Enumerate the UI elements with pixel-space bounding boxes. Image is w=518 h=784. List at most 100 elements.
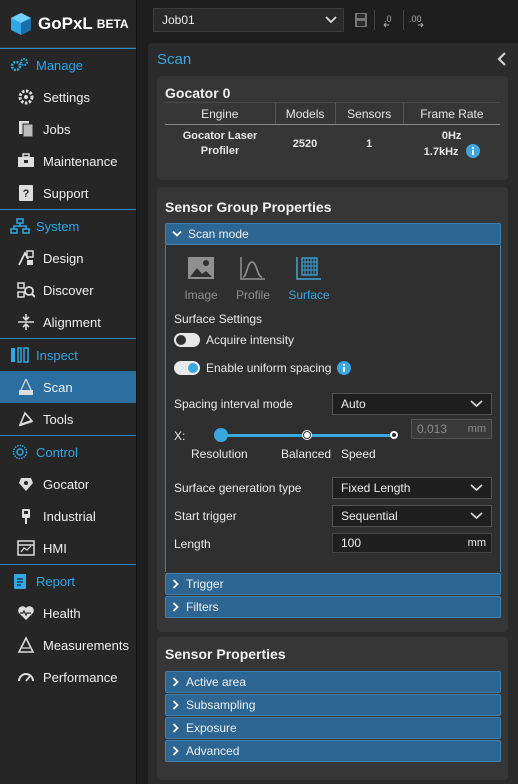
scan-icon: [19, 378, 33, 395]
accordion-label: Scan mode: [188, 227, 249, 241]
frame-rate-cell: 0Hz 1.7kHz: [403, 125, 500, 163]
job-select[interactable]: Job01: [153, 8, 344, 32]
accordion-label: Filters: [186, 600, 219, 614]
sidebar-item-performance[interactable]: Performance: [0, 661, 136, 693]
engine-table: Engine Models Sensors Frame Rate Gocator…: [165, 102, 500, 163]
sidebar-item-alignment[interactable]: Alignment: [0, 306, 136, 338]
length-input[interactable]: 100 mm: [332, 533, 492, 553]
section-system[interactable]: System: [0, 209, 136, 242]
start-trigger-select[interactable]: Sequential: [332, 505, 492, 527]
section-control[interactable]: Control: [0, 435, 136, 468]
frame-rate-max: 1.7kHz: [403, 143, 500, 160]
sidebar-item-label: Alignment: [43, 314, 101, 330]
table-row: Gocator Laser Profiler 2520 1 0Hz 1.7kHz: [165, 125, 500, 163]
frame-rate-value: 0Hz: [441, 129, 462, 142]
acquire-intensity-label: Acquire intensity: [206, 333, 295, 347]
toolbox-icon: [18, 153, 34, 167]
sensor-group-card: Sensor Group Properties Scan mode Image …: [157, 187, 508, 632]
exposure-accordion[interactable]: Exposure: [165, 717, 501, 739]
chevron-down-icon: [325, 16, 337, 24]
sidebar-item-settings[interactable]: Settings: [0, 81, 136, 113]
models-cell: 2520: [292, 137, 318, 150]
plug-icon: [22, 509, 30, 524]
info-icon[interactable]: [465, 143, 480, 158]
mode-image[interactable]: Image: [176, 255, 226, 302]
section-manage[interactable]: Manage: [0, 48, 136, 81]
sidebar-item-label: Jobs: [43, 121, 71, 137]
decimal-decrease-icon[interactable]: .0: [383, 12, 399, 28]
top-bar: Job01 .0 .00: [138, 0, 518, 40]
info-icon[interactable]: [337, 361, 351, 375]
sidebar-item-label: Health: [43, 605, 81, 621]
collapse-panel-icon[interactable]: [496, 51, 508, 67]
length-value: 100: [341, 536, 362, 550]
chevron-right-icon: [172, 579, 179, 589]
image-icon: [188, 257, 214, 279]
surface-gen-label: Surface generation type: [174, 481, 302, 495]
slider-stop-speed[interactable]: [390, 431, 398, 439]
logo-text: GoPxL: [38, 13, 93, 33]
svg-text:?: ?: [23, 188, 30, 200]
sidebar-item-label: HMI: [43, 540, 67, 556]
mode-profile[interactable]: Profile: [228, 255, 278, 302]
sidebar-item-tools[interactable]: Tools: [0, 403, 136, 435]
slider-stop-balanced[interactable]: [303, 431, 311, 439]
section-title: Report: [36, 573, 76, 589]
sensor-properties-title: Sensor Properties: [165, 646, 286, 662]
length-unit: mm: [467, 537, 486, 549]
acquire-intensity-toggle[interactable]: [174, 333, 200, 347]
window-icon: [17, 540, 35, 556]
chevron-right-icon: [172, 746, 179, 756]
section-inspect[interactable]: Inspect: [0, 338, 136, 371]
logo-badge: BETA: [96, 16, 129, 31]
mode-label: Surface: [288, 288, 330, 302]
surface-gen-select[interactable]: Fixed Length: [332, 477, 492, 499]
sidebar-item-industrial[interactable]: Industrial: [0, 500, 136, 532]
gears-icon: [10, 58, 28, 72]
filters-accordion[interactable]: Filters: [165, 596, 501, 618]
advanced-accordion[interactable]: Advanced: [165, 740, 501, 762]
select-value: Auto: [341, 397, 366, 411]
active-area-accordion[interactable]: Active area: [165, 671, 501, 693]
slider-label-speed: Speed: [341, 447, 376, 461]
length-label: Length: [174, 537, 211, 551]
sidebar: GoPxL BETA Manage Settings Jobs Maintena…: [0, 0, 137, 784]
logo: GoPxL BETA: [0, 0, 136, 48]
spacing-mode-select[interactable]: Auto: [332, 393, 492, 415]
toolbar-divider: [374, 10, 375, 30]
spacing-slider-thumb[interactable]: [214, 428, 228, 442]
accordion-label: Subsampling: [186, 698, 256, 712]
section-report[interactable]: Report: [0, 564, 136, 597]
accordion-label: Exposure: [186, 721, 237, 735]
trigger-accordion[interactable]: Trigger: [165, 573, 501, 595]
network-icon: [10, 218, 30, 234]
sidebar-item-maintenance[interactable]: Maintenance: [0, 145, 136, 177]
sidebar-item-jobs[interactable]: Jobs: [0, 113, 136, 145]
section-title: Manage: [36, 57, 83, 73]
scan-mode-accordion[interactable]: Scan mode: [165, 223, 501, 245]
toggle-knob: [188, 363, 198, 373]
sidebar-item-design[interactable]: Design: [0, 242, 136, 274]
mode-surface[interactable]: Surface: [284, 255, 334, 302]
chevron-down-icon: [470, 512, 483, 520]
sidebar-item-label: Discover: [43, 282, 94, 298]
sidebar-item-support[interactable]: ? Support: [0, 177, 136, 209]
sidebar-item-discover[interactable]: Discover: [0, 274, 136, 306]
app-root: GoPxL BETA Manage Settings Jobs Maintena…: [0, 0, 518, 784]
sidebar-item-gocator[interactable]: Gocator: [0, 468, 136, 500]
sidebar-item-label: Settings: [43, 89, 90, 105]
report-clipboard-icon: [14, 574, 26, 589]
subsampling-accordion[interactable]: Subsampling: [165, 694, 501, 716]
save-icon[interactable]: [354, 12, 368, 28]
sidebar-item-scan[interactable]: Scan: [0, 371, 136, 403]
sidebar-item-label: Tools: [43, 411, 74, 427]
section-title: Inspect: [36, 347, 78, 363]
svg-text:.00: .00: [409, 14, 422, 24]
uniform-spacing-toggle[interactable]: [174, 361, 200, 375]
sidebar-item-hmi[interactable]: HMI: [0, 532, 136, 564]
sidebar-item-measurements[interactable]: Measurements: [0, 629, 136, 661]
decimal-increase-icon[interactable]: .00: [408, 12, 424, 28]
sidebar-item-health[interactable]: Health: [0, 597, 136, 629]
gauge-icon: [18, 673, 34, 682]
page-title: Scan: [157, 51, 192, 68]
